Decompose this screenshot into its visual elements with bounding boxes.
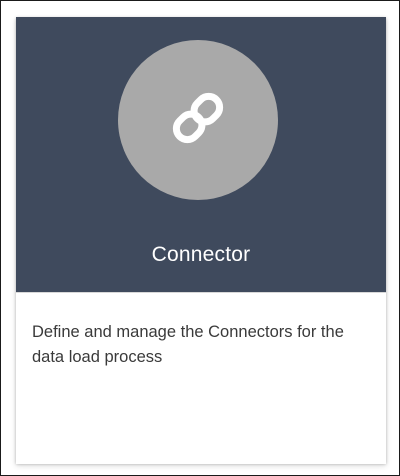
connector-card[interactable]: Connector Define and manage the Connecto…	[16, 17, 386, 464]
link-icon	[166, 86, 230, 155]
card-title: Connector	[151, 243, 251, 266]
card-header: Connector	[16, 17, 386, 292]
card-description: Define and manage the Connectors for the…	[32, 323, 344, 366]
card-icon-circle	[118, 40, 278, 200]
card-body: Define and manage the Connectors for the…	[16, 292, 386, 464]
screenshot-frame: Connector Define and manage the Connecto…	[0, 0, 400, 476]
